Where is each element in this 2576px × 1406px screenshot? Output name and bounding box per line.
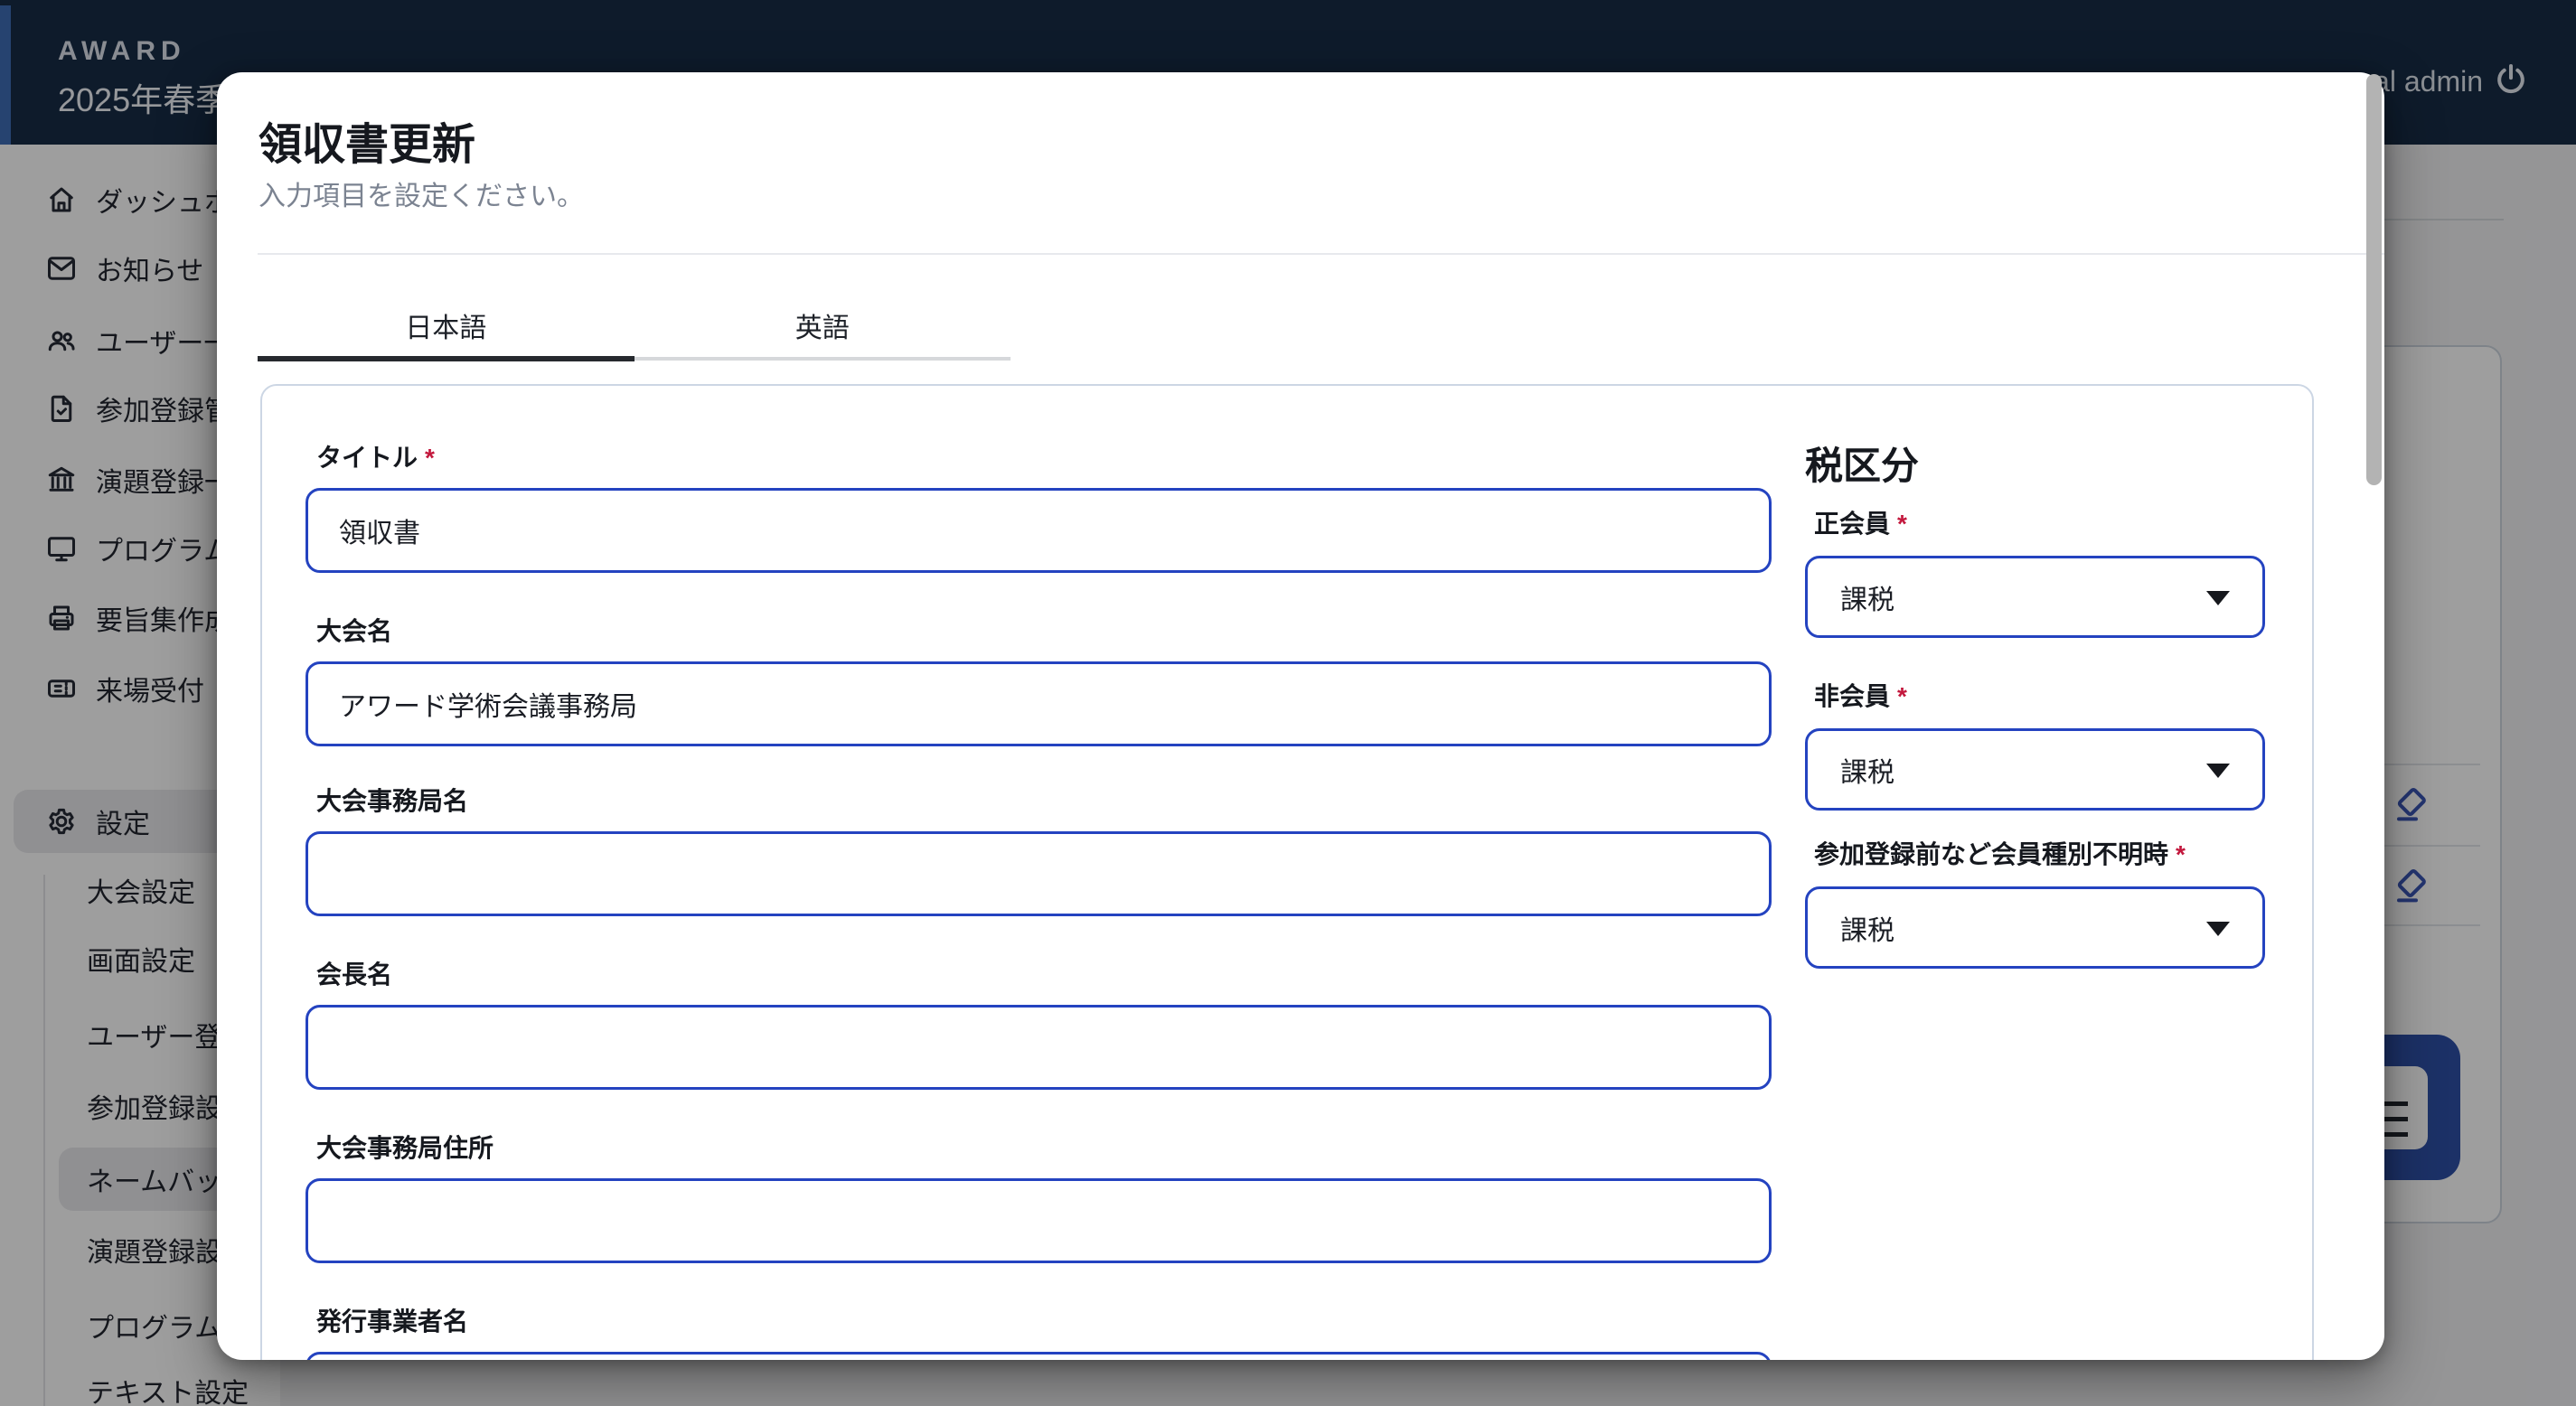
tax-unknown-member-select[interactable]: 課税 (1805, 886, 2265, 969)
field-conference-name: 大会名 (306, 612, 1772, 746)
field-label: タイトル* (316, 438, 1772, 474)
required-marker: * (1897, 682, 1907, 710)
required-marker: * (1897, 510, 1907, 538)
chevron-down-icon (2206, 764, 2230, 778)
tab-english[interactable]: 英語 (635, 289, 1011, 361)
secretariat-address-input[interactable] (306, 1178, 1772, 1263)
field-secretariat-address: 大会事務局住所 (306, 1129, 1772, 1263)
field-label: 正会員* (1814, 504, 2311, 540)
field-label: 大会事務局住所 (316, 1129, 1772, 1165)
tax-heading: 税区分 (1805, 436, 2311, 491)
field-label: 大会名 (316, 612, 1772, 648)
tax-unknown-member: 参加登録前など会員種別不明時* 課税 (1805, 835, 2311, 969)
chevron-down-icon (2206, 591, 2230, 605)
modal-scrollbar-thumb[interactable] (2366, 74, 2382, 485)
field-title: タイトル* (306, 438, 1772, 573)
field-label: 非会員* (1814, 677, 2311, 713)
receipt-update-modal: 領収書更新 入力項目を設定ください。 日本語 英語 タイトル* 大会名 (217, 72, 2384, 1360)
modal-title: 領収書更新 (259, 108, 475, 172)
field-issuer-name: 発行事業者名 (306, 1302, 1772, 1360)
tax-non-member-select[interactable]: 課税 (1805, 728, 2265, 811)
required-marker: * (2176, 840, 2186, 868)
tax-regular-member-select[interactable]: 課税 (1805, 556, 2265, 638)
field-secretariat-name: 大会事務局名 (306, 782, 1772, 916)
president-name-input[interactable] (306, 1005, 1772, 1090)
tab-underline (258, 356, 635, 361)
tax-section: 税区分 正会員* 課税 非会員* 課税 参加登録前など会 (1805, 436, 2311, 491)
field-label: 発行事業者名 (316, 1302, 1772, 1338)
select-value: 課税 (1840, 908, 1894, 948)
screen: AWARD 2025年春季 al admin ダッシュボード お知らせ ユーザー… (0, 0, 2576, 1406)
tab-label: 日本語 (405, 305, 486, 345)
field-label: 会長名 (316, 955, 1772, 991)
tab-japanese[interactable]: 日本語 (258, 289, 635, 361)
select-value: 課税 (1840, 750, 1894, 790)
issuer-name-input[interactable] (306, 1352, 1772, 1360)
modal-subtitle: 入力項目を設定ください。 (259, 173, 584, 213)
tab-underline (635, 357, 1011, 361)
header-divider (258, 253, 2384, 255)
language-tabs: 日本語 英語 (258, 289, 1011, 361)
select-value: 課税 (1840, 577, 1894, 617)
field-label: 大会事務局名 (316, 782, 1772, 818)
required-marker: * (425, 444, 435, 472)
tab-label: 英語 (795, 305, 850, 345)
secretariat-name-input[interactable] (306, 831, 1772, 916)
title-input[interactable] (306, 488, 1772, 573)
chevron-down-icon (2206, 922, 2230, 936)
receipt-form-card: タイトル* 大会名 大会事務局名 会長名 大会事務局住所 発行事業者名 (260, 384, 2314, 1360)
tax-regular-member: 正会員* 課税 (1805, 504, 2311, 638)
conference-name-input[interactable] (306, 661, 1772, 746)
field-label: 参加登録前など会員種別不明時* (1814, 835, 2311, 871)
tax-non-member: 非会員* 課税 (1805, 677, 2311, 811)
field-president-name: 会長名 (306, 955, 1772, 1090)
